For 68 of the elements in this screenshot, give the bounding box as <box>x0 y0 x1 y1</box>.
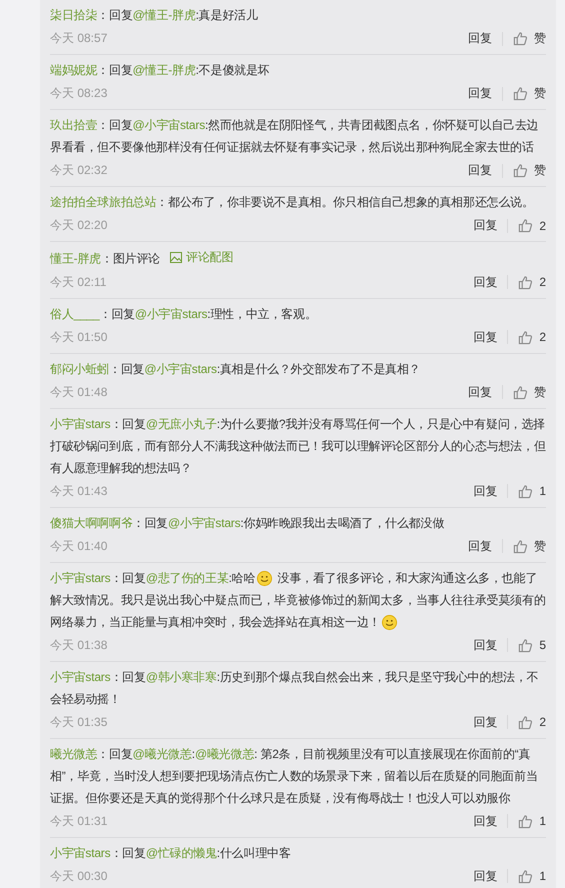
like-button[interactable]: 赞 <box>513 85 546 102</box>
like-button[interactable]: 2 <box>518 274 546 290</box>
comment-text: 郁闷小蚯蚓：回复@小宇宙stars:真相是什么？外交部发布了不是真相？ <box>50 360 422 378</box>
comment-text: 玖出拾壹：回复@小宇宙stars:然而他就是在阴阳怪气，共青团截图点名，你怀疑可以自己去边界看看，但不要像他那样没有任何证据就去怀疑有事实记录，然后说出那种狗屁全家去世的话 <box>50 117 540 156</box>
like-button[interactable]: 赞 <box>513 30 546 47</box>
reply-link[interactable]: 回复 <box>468 30 492 47</box>
thumbs-up-icon <box>518 868 534 884</box>
reply-link[interactable]: 回复 <box>473 636 498 654</box>
thumbs-up-icon <box>513 384 528 400</box>
like-button[interactable]: 2 <box>518 218 546 233</box>
comment-time: 今天 01:31 <box>50 812 108 830</box>
image-icon <box>170 252 182 262</box>
comment-time: 今天 01:50 <box>50 328 108 346</box>
like-button[interactable]: 2 <box>518 330 546 344</box>
like-button[interactable]: 5 <box>518 638 546 652</box>
thumbs-up-icon <box>518 218 534 233</box>
thumbs-up-icon <box>513 31 528 46</box>
comment-time: 今天 02:11 <box>50 274 108 290</box>
comment-time: 今天 01:40 <box>50 538 108 554</box>
like-button[interactable]: 2 <box>518 714 546 730</box>
like-button[interactable]: 赞 <box>513 162 546 179</box>
comment-text: 小宇宙stars：回复@忙碌的懒鬼:什么叫理中客 <box>50 844 292 862</box>
comment-time: 今天 01:43 <box>50 482 108 500</box>
reply-link[interactable]: 回复 <box>468 85 492 102</box>
reply-link[interactable]: 回复 <box>468 162 492 179</box>
reply-link[interactable]: 回复 <box>473 714 498 730</box>
thumbs-up-icon <box>518 274 534 290</box>
comment-text: 懂王-胖虎：图片评论 评论配图 <box>50 246 546 270</box>
comment-time: 今天 01:35 <box>50 714 108 730</box>
reply-link[interactable]: 回复 <box>473 217 498 234</box>
smiley-icon <box>382 614 398 630</box>
smiley-icon <box>257 570 272 586</box>
comment-text: 小宇宙stars：回复@韩小寒非寒:历史到那个爆点我自然会出来，我只是坚守我心中的想法，不会轻易动摇！ <box>50 668 540 708</box>
comment-text: 柒日拾柒：回复@懂王-胖虎:真是好活儿 <box>50 7 259 24</box>
thumbs-up-icon <box>518 638 534 652</box>
reply-link[interactable]: 回复 <box>473 868 498 884</box>
comment-text: 傻猫大啊啊啊爷：回复@小宇宙stars:你妈昨晚跟我出去喝酒了，什么都没做 <box>50 514 446 532</box>
comment-time: 今天 01:48 <box>50 384 108 400</box>
reply-link[interactable]: 回复 <box>468 538 492 554</box>
thumbs-up-icon <box>518 814 534 828</box>
comment-text: 小宇宙stars：回复@无庶小丸子:为什么要撤?我并没有辱骂任何一个人，只是心中有疑问，选择打破砂锅问到底，而有部分人不满我这种做法而已！我可以理解评论区部分人的心态与想法，但有人愿意理解我的想法吗？ <box>50 416 546 476</box>
comment-text: 曦光微恙：回复@曦光微恙:@曦光微恙: 第2条，目前视频里没有可以直接展现在你面前的“真相”，毕竟，当时没人想到要把现场清点伤亡人数的场景录下来，留着以后在质疑的同胞面前当证据。但你要还是天真的觉得那个什么球只是在质疑，没有侮辱战士！也没人可以劝服你 <box>50 746 539 806</box>
like-button[interactable]: 1 <box>518 868 546 884</box>
thumbs-up-icon <box>513 86 528 101</box>
reply-link[interactable]: 回复 <box>473 274 498 290</box>
thumbs-up-icon <box>513 163 528 178</box>
thumbs-up-icon <box>518 714 534 730</box>
reply-link[interactable]: 回复 <box>473 328 498 346</box>
comment-time: 今天 00:30 <box>50 868 108 884</box>
comment-time: 今天 01:38 <box>50 636 108 654</box>
reply-link[interactable]: 回复 <box>473 482 498 500</box>
thumbs-up-icon <box>518 484 534 498</box>
like-button[interactable]: 赞 <box>513 538 546 554</box>
comment-time: 今天 08:23 <box>50 85 108 102</box>
comment-text: 途拍拍全球旅拍总站：都公布了，你非要说不是真相。你只相信自己想象的真相那还怎么说。 <box>50 194 535 211</box>
comment-text: 小宇宙stars：回复@悲了伤的王某:哈哈 没事，看了很多评论，和大家沟通这么多，也能了解大致情况。我只是说出我心中疑点而已，毕竟被修饰过的新闻太多，当事人往往承受莫须有的网络暴力，当正能量与真相冲突时，我会选择站在真相这一边！ <box>50 570 546 632</box>
reply-link[interactable]: 回复 <box>473 812 498 830</box>
like-button[interactable]: 赞 <box>513 384 546 400</box>
like-button[interactable]: 1 <box>518 814 546 828</box>
comment-text: 端妈妮妮：回复@懂王-胖虎:不是傻就是坏 <box>50 62 271 79</box>
thumbs-up-icon <box>513 538 528 554</box>
comment-time: 今天 02:32 <box>50 162 108 179</box>
comment-text: 俗人____：回复@小宇宙stars:理性，中立，客观。 <box>50 306 318 322</box>
reply-link[interactable]: 回复 <box>468 384 492 400</box>
comment-time: 今天 08:57 <box>50 30 108 47</box>
thumbs-up-icon <box>518 330 534 344</box>
like-button[interactable]: 1 <box>518 484 546 498</box>
comment-time: 今天 02:20 <box>50 217 108 234</box>
